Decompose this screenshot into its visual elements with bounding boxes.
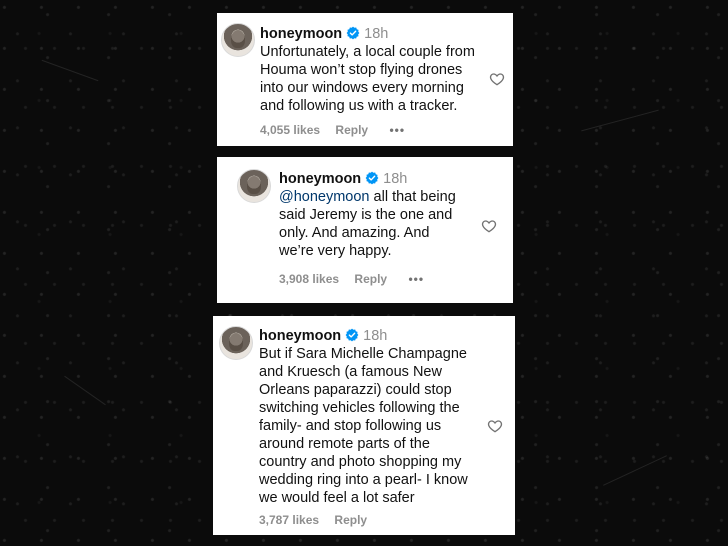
comment-line: and Kruesch (a famous New <box>259 364 442 380</box>
comment-line: wedding ring into a pearl- I know <box>259 472 468 488</box>
comment-time: 18h <box>363 328 388 344</box>
comment-header: honeymoon 18h <box>260 25 388 43</box>
username[interactable]: honeymoon <box>260 26 342 42</box>
comment-line: family- and stop following us <box>259 418 442 434</box>
reply-button[interactable]: Reply <box>335 123 368 137</box>
heart-icon[interactable] <box>481 218 497 234</box>
comment-card-1: honeymoon 18h Unfortunately, a local coup… <box>217 13 513 146</box>
background-scratch <box>581 109 659 132</box>
comment-meta: 3,908 likes Reply ••• <box>279 272 424 286</box>
comment-card-2: honeymoon 18h @honeymoon all that being s… <box>217 157 513 303</box>
likes-count[interactable]: 3,908 likes <box>279 272 339 286</box>
comment-meta: 3,787 likes Reply <box>259 513 367 527</box>
comment-line: we would feel a lot safer <box>259 490 415 506</box>
comment-time: 18h <box>364 26 389 42</box>
comment-time: 18h <box>383 171 408 187</box>
verified-icon <box>345 328 359 342</box>
background-scratch <box>64 375 106 406</box>
background-scratch <box>603 455 667 486</box>
likes-count[interactable]: 4,055 likes <box>260 123 320 137</box>
verified-icon <box>365 171 379 185</box>
comment-line: switching vehicles following the <box>259 400 460 416</box>
heart-icon[interactable] <box>489 71 505 87</box>
likes-count[interactable]: 3,787 likes <box>259 513 319 527</box>
comment-header: honeymoon 18h <box>279 170 407 188</box>
comment-line: Orleans paparazzi) could stop <box>259 382 452 398</box>
comment-header: honeymoon 18h <box>259 327 387 345</box>
comment-text: @honeymoon all that being said Jeremy is… <box>279 188 456 260</box>
comment-line: into our windows every morning <box>260 80 464 96</box>
reply-button[interactable]: Reply <box>334 513 367 527</box>
comment-text: But if Sara Michelle Champagne and Krues… <box>259 345 468 507</box>
more-icon[interactable]: ••• <box>389 123 405 137</box>
comment-line: around remote parts of the <box>259 436 430 452</box>
username[interactable]: honeymoon <box>279 171 361 187</box>
comment-line: country and photo shopping my <box>259 454 462 470</box>
username[interactable]: honeymoon <box>259 328 341 344</box>
comment-line: @honeymoon all that being <box>279 188 456 206</box>
comment-meta: 4,055 likes Reply ••• <box>260 123 405 137</box>
more-icon[interactable]: ••• <box>408 272 424 286</box>
comment-line: But if Sara Michelle Champagne <box>259 346 467 362</box>
background-scratch <box>41 59 99 82</box>
avatar[interactable] <box>219 326 253 360</box>
verified-icon <box>346 26 360 40</box>
avatar[interactable] <box>221 23 255 57</box>
heart-icon[interactable] <box>487 418 503 434</box>
avatar[interactable] <box>237 169 271 203</box>
comment-line: Houma won’t stop flying drones <box>260 62 463 78</box>
comment-line: only. And amazing. And <box>279 225 430 241</box>
comment-line: Unfortunately, a local couple from <box>260 44 475 60</box>
mention-link[interactable]: @honeymoon <box>279 189 370 205</box>
comment-line-rest: all that being <box>369 189 456 205</box>
comment-line: said Jeremy is the one and <box>279 207 453 223</box>
comment-card-3: honeymoon 18h But if Sara Michelle Champa… <box>213 316 515 535</box>
reply-button[interactable]: Reply <box>354 272 387 286</box>
comment-text: Unfortunately, a local couple from Houma… <box>260 43 475 115</box>
comment-line: we’re very happy. <box>279 243 392 259</box>
comment-line: and following us with a tracker. <box>260 98 458 114</box>
